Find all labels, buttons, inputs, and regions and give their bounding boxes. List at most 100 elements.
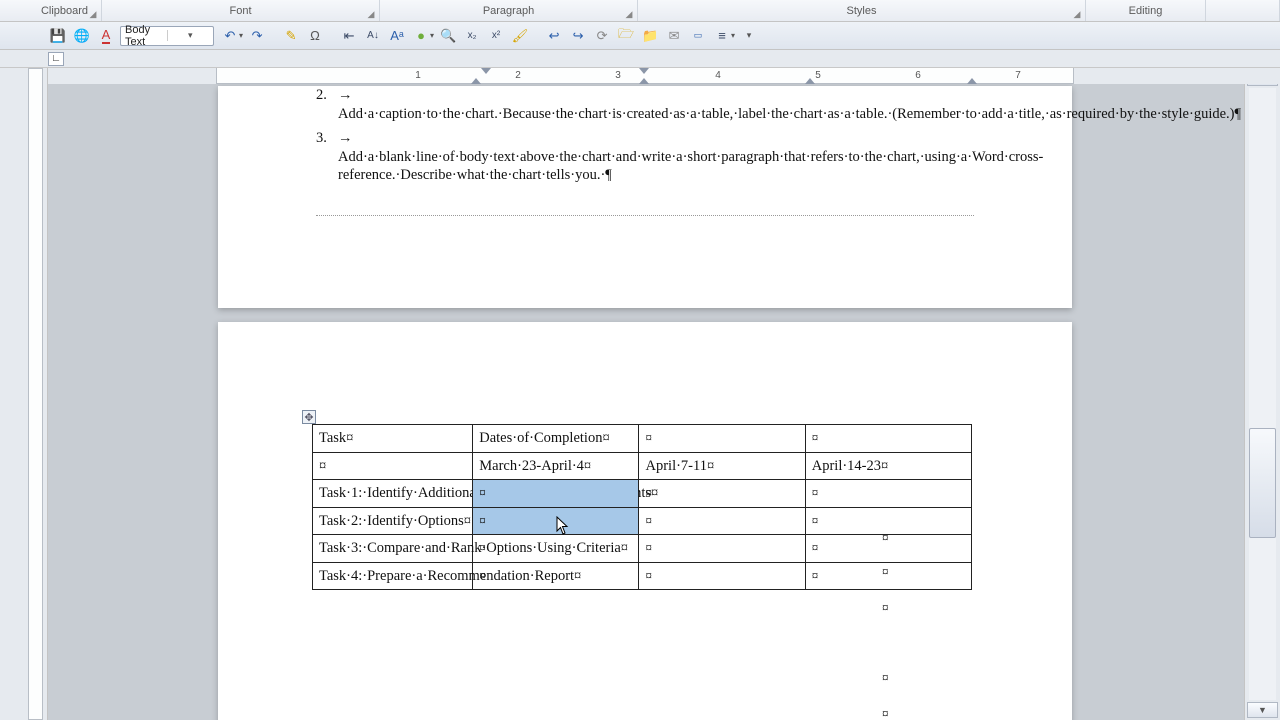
undo-button[interactable]: ↶ ▾ [220, 26, 243, 46]
table-move-handle[interactable]: ✥ [302, 410, 316, 424]
ribbon-group-paragraph: Paragraph ◢ [380, 0, 638, 21]
style-selector-value: Body Text [121, 24, 167, 48]
chevron-down-icon[interactable]: ▾ [731, 31, 735, 40]
table-row: Task¤ Dates·of·Completion¤ ¤ ¤ [313, 425, 972, 453]
indent-left-icon[interactable]: ⇤ [339, 26, 359, 46]
table-cell[interactable]: March·23-April·4¤ [473, 452, 639, 480]
paragraph-launcher-icon[interactable]: ◢ [624, 9, 634, 19]
list-text[interactable]: → Add·a·blank·line·of·body·text·above·th… [338, 129, 1043, 185]
tab-type-selector[interactable]: ∟ [48, 52, 64, 66]
customize-icon[interactable]: ▾ [739, 26, 759, 46]
font-launcher-icon[interactable]: ◢ [366, 9, 376, 19]
list-text[interactable]: → Add·a·caption·to·the·chart.·Because·th… [338, 86, 1241, 123]
ribbon-group-styles: Styles ◢ [638, 0, 1086, 21]
ruler-num: 3 [615, 70, 621, 81]
chevron-down-icon[interactable]: ▾ [430, 31, 434, 40]
styles-launcher-icon[interactable]: ◢ [1072, 9, 1082, 19]
first-line-indent-marker[interactable] [481, 68, 491, 74]
omega-icon[interactable]: Ω [305, 26, 325, 46]
table-cell[interactable]: April·14-23¤ [805, 452, 971, 480]
style-selector[interactable]: Body Text ▾ [120, 26, 214, 46]
ruler-button-row: ∟ [0, 50, 1280, 68]
save-icon[interactable]: 💾 [48, 26, 68, 46]
table-cell: ¤ [639, 535, 805, 563]
link-back-icon[interactable]: ↩ [544, 26, 564, 46]
line-spacing-button[interactable]: ≡ ▾ [712, 26, 735, 46]
right-indent-marker[interactable] [967, 78, 977, 84]
row-end-mark: ¤ [882, 670, 889, 687]
table-cell: ¤ [639, 425, 805, 453]
hanging-indent-marker[interactable] [471, 78, 481, 84]
table-cell: ¤ [805, 425, 971, 453]
table-row: Task·2:·Identify·Options¤ ¤ ¤ ¤ [313, 507, 972, 535]
ribbon-group-font-label: Font [229, 5, 251, 17]
folder-icon[interactable]: 📁 [640, 26, 660, 46]
table-row: ¤ March·23-April·4¤ April·7-11¤ April·14… [313, 452, 972, 480]
undo-icon: ↶ [220, 26, 240, 46]
table-row: Task·3:·Compare·and·Rank·Options·Using·C… [313, 535, 972, 563]
right-indent-marker[interactable] [805, 78, 815, 84]
ruler-num: 5 [815, 70, 821, 81]
vertical-scrollbar[interactable]: ▲ ▼ [1244, 68, 1280, 720]
table-header-dates[interactable]: Dates·of·Completion¤ [473, 425, 639, 453]
ribbon-group-editing: Editing [1086, 0, 1206, 21]
table-cell-task[interactable]: Task·4:·Prepare·a·Recommendation·Report¤ [313, 562, 473, 590]
folder-open-icon[interactable]: 🗁 [616, 26, 636, 46]
shape-fill-button[interactable]: ● ▾ [411, 26, 434, 46]
table-cell-task[interactable]: Task·2:·Identify·Options¤ [313, 507, 473, 535]
refresh-icon[interactable]: ⟳ [592, 26, 612, 46]
sort-icon[interactable]: A↓ [363, 26, 383, 46]
column-indent-marker[interactable] [639, 78, 649, 84]
table-cell: ¤ [473, 507, 639, 535]
schedule-table[interactable]: Task¤ Dates·of·Completion¤ ¤ ¤ ¤ March·2… [312, 424, 972, 590]
scroll-thumb[interactable] [1249, 428, 1276, 538]
table-cell-task[interactable]: Task·3:·Compare·and·Rank·Options·Using·C… [313, 535, 473, 563]
ribbon-group-spacer [1206, 0, 1280, 21]
table-cell-task[interactable]: Task·1:·Identify·Additional·Criteria·and… [313, 480, 473, 508]
font-color-icon[interactable]: A [96, 26, 116, 46]
highlight-icon[interactable]: ✎ [281, 26, 301, 46]
line-spacing-icon: ≡ [712, 26, 732, 46]
table-cell: ¤ [639, 562, 805, 590]
table-cell: ¤ [473, 562, 639, 590]
ribbon-group-styles-label: Styles [847, 5, 877, 17]
brush-icon[interactable]: 🖌 [510, 26, 530, 46]
clear-format-icon: Aᵃ [387, 26, 407, 46]
table-cell[interactable]: April·7-11¤ [639, 452, 805, 480]
chevron-down-icon[interactable]: ▾ [239, 31, 243, 40]
column-indent-marker[interactable] [639, 68, 649, 74]
table-header-task[interactable]: Task¤ [313, 425, 473, 453]
mail-icon[interactable]: ✉ [664, 26, 684, 46]
circle-icon: ● [411, 26, 431, 46]
document-area: 1 2 3 4 5 6 7 ▭ 2. → Add·a·caption·to·th… [0, 68, 1280, 720]
document-scroll[interactable]: 1 2 3 4 5 6 7 ▭ 2. → Add·a·caption·to·th… [48, 68, 1280, 720]
table-cell: ¤ [473, 535, 639, 563]
table-row: Task·4:·Prepare·a·Recommendation·Report¤… [313, 562, 972, 590]
ribbon-group-labels: Clipboard ◢ Font ◢ Paragraph ◢ Styles ◢ … [0, 0, 1280, 22]
redo-icon[interactable]: ↷ [247, 26, 267, 46]
table-cell: ¤ [805, 480, 971, 508]
ribbon-group-editing-label: Editing [1129, 5, 1163, 17]
field-icon[interactable]: ▭ [688, 26, 708, 46]
superscript-icon[interactable]: x² [486, 26, 506, 46]
link-forward-icon[interactable]: ↪ [568, 26, 588, 46]
globe-icon[interactable]: 🌐 [72, 26, 92, 46]
scroll-track[interactable] [1249, 88, 1276, 700]
ruler-num: 1 [415, 70, 421, 81]
subscript-icon[interactable]: x₂ [462, 26, 482, 46]
ribbon-group-font: Font ◢ [102, 0, 380, 21]
page-2: ✥ Task¤ Dates·of·Completion¤ ¤ ¤ ¤ March… [218, 322, 1072, 720]
scroll-down-icon[interactable]: ▼ [1247, 702, 1278, 718]
row-end-mark: ¤ [882, 600, 889, 617]
horizontal-ruler[interactable]: 1 2 3 4 5 6 7 [48, 68, 1280, 84]
clipboard-launcher-icon[interactable]: ◢ [88, 9, 98, 19]
chevron-down-icon[interactable]: ▾ [167, 30, 214, 41]
page-1: 2. → Add·a·caption·to·the·chart.·Because… [218, 86, 1072, 308]
clear-format-button[interactable]: Aᵃ [387, 26, 407, 46]
table-cell: ¤ [639, 507, 805, 535]
zoom-icon[interactable]: 🔍 [438, 26, 458, 46]
quick-toolbar: 💾 🌐 A Body Text ▾ ↶ ▾ ↷ ✎ Ω ⇤ A↓ Aᵃ ● ▾ … [0, 22, 1280, 50]
table-cell: ¤ [639, 480, 805, 508]
ruler-num: 4 [715, 70, 721, 81]
table-cell[interactable]: ¤ [313, 452, 473, 480]
